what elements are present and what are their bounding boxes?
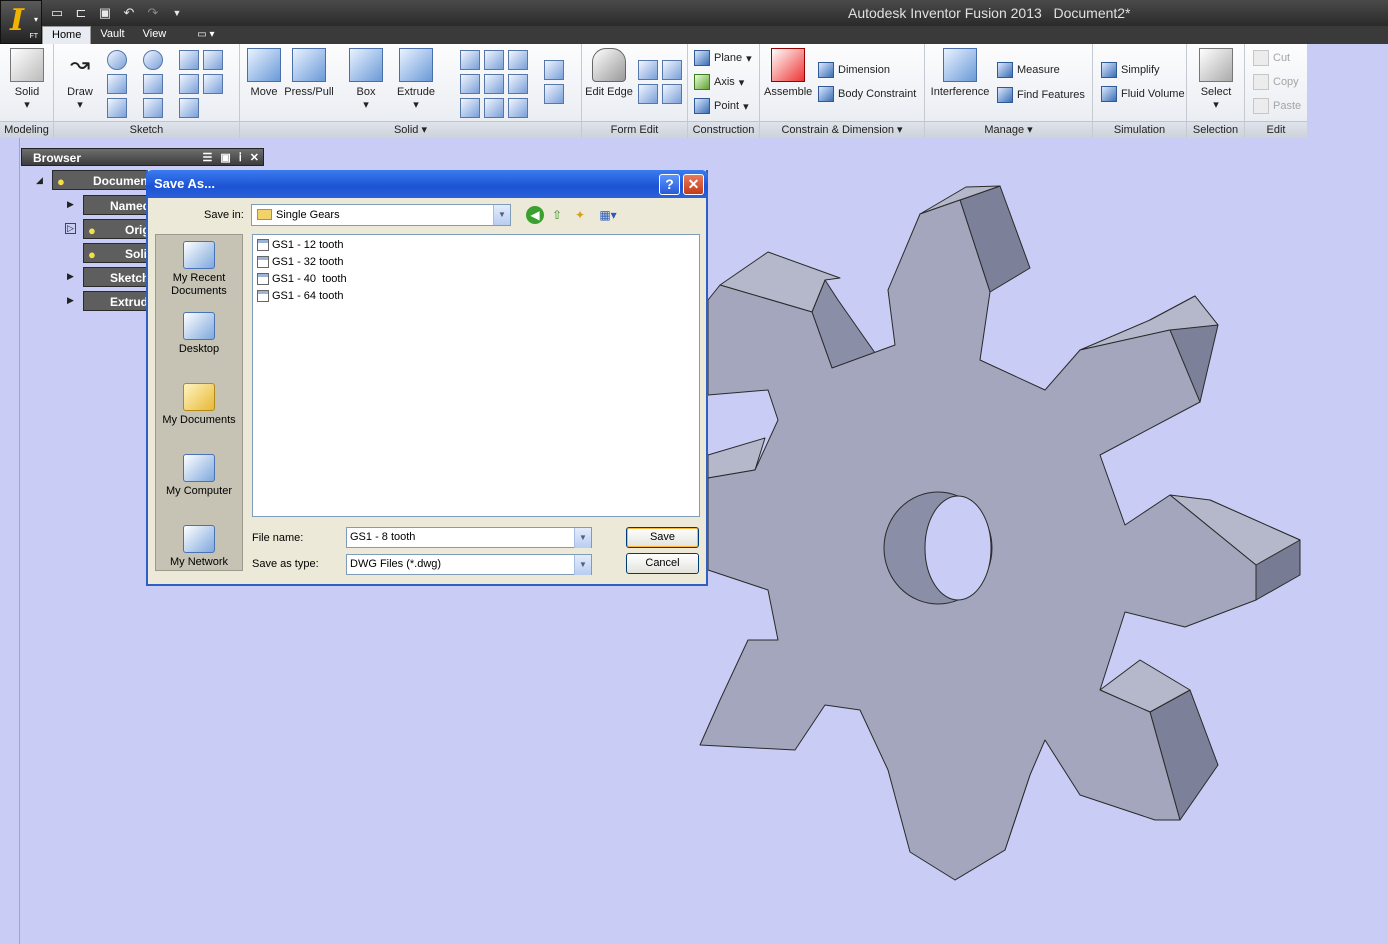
recent-documents-icon <box>183 241 215 269</box>
place-desktop[interactable]: Desktop <box>156 312 242 356</box>
view-menu-icon[interactable]: ▦▾ <box>595 206 621 224</box>
file-name: GS1 - 12 tooth <box>272 239 344 251</box>
back-icon[interactable]: ◀ <box>526 206 544 224</box>
place-my-computer[interactable]: My Computer <box>156 454 242 498</box>
up-folder-icon[interactable]: ⇧ <box>548 206 566 224</box>
file-name-input[interactable]: GS1 - 8 tooth ▼ <box>346 527 592 548</box>
save-as-type-label: Save as type: <box>252 558 319 570</box>
file-name-value: GS1 - 8 tooth <box>350 531 416 543</box>
my-documents-icon <box>183 383 215 411</box>
dialog-title-bar[interactable]: Save As... ? ✕ <box>146 170 708 198</box>
browser-close-icon[interactable]: ✕ <box>250 149 259 167</box>
save-in-label: Save in: <box>204 209 244 221</box>
dwg-file-icon <box>257 239 269 251</box>
cancel-button[interactable]: Cancel <box>626 553 699 574</box>
expand-box-icon[interactable]: ▷ <box>65 223 76 234</box>
file-list[interactable]: GS1 - 12 tooth GS1 - 32 tooth GS1 - 40 t… <box>252 234 700 517</box>
expand-triangle-icon[interactable]: ▶ <box>67 271 74 282</box>
file-item[interactable]: GS1 - 12 tooth <box>257 237 344 253</box>
file-item[interactable]: GS1 - 64 tooth <box>257 288 344 304</box>
place-my-network[interactable]: My Network <box>156 525 242 569</box>
save-in-value: Single Gears <box>276 209 340 221</box>
place-label: My Recent Documents <box>171 272 227 297</box>
chevron-down-icon[interactable]: ▼ <box>493 205 510 225</box>
visibility-bulb-icon[interactable]: ● <box>88 247 96 262</box>
expand-triangle-icon[interactable]: ▶ <box>67 295 74 306</box>
browser-node-document[interactable]: Document <box>52 170 152 190</box>
save-in-dropdown[interactable]: Single Gears ▼ <box>251 204 511 226</box>
desktop-icon <box>183 312 215 340</box>
my-computer-icon <box>183 454 215 482</box>
my-network-icon <box>183 525 215 553</box>
file-item[interactable]: GS1 - 32 tooth <box>257 254 344 270</box>
help-icon[interactable]: ? <box>659 174 680 195</box>
folder-icon <box>257 209 272 220</box>
browser-node-label: Named <box>110 199 151 213</box>
browser-node-named[interactable]: Named <box>83 195 153 215</box>
dwg-file-icon <box>257 290 269 302</box>
browser-filter-icon[interactable]: ▣ <box>220 149 230 167</box>
browser-node-sketches[interactable]: Sketche <box>83 267 156 287</box>
place-my-documents[interactable]: My Documents <box>156 383 242 427</box>
save-as-dialog: Save As... ? ✕ Save in: Single Gears ▼ ◀… <box>146 170 708 586</box>
dwg-file-icon <box>257 256 269 268</box>
chevron-down-icon[interactable]: ▼ <box>574 555 591 575</box>
browser-node-extrude[interactable]: Extrude <box>83 291 155 311</box>
file-name-label: File name: <box>252 532 304 544</box>
dwg-file-icon <box>257 273 269 285</box>
save-button[interactable]: Save <box>626 527 699 548</box>
browser-info-icon[interactable]: ⅰ <box>239 149 242 167</box>
browser-title: Browser <box>33 151 82 165</box>
chevron-down-icon[interactable]: ▼ <box>574 528 591 548</box>
file-name: GS1 - 64 tooth <box>272 290 344 302</box>
collapse-triangle-icon[interactable]: ◢ <box>36 175 43 186</box>
model-browser-header: Browser ☰ ▣ ⅰ ✕ <box>21 148 264 166</box>
place-label: Desktop <box>178 343 220 355</box>
dialog-title: Save As... <box>154 176 215 191</box>
browser-node-label: Document <box>93 174 152 188</box>
expand-triangle-icon[interactable]: ▶ <box>67 199 74 210</box>
gear-bore-inner <box>924 495 992 601</box>
file-name: GS1 - 40 tooth <box>272 273 347 285</box>
save-as-type-select[interactable]: DWG Files (*.dwg) ▼ <box>346 554 592 575</box>
visibility-bulb-icon[interactable]: ● <box>88 223 96 238</box>
place-label: My Network <box>169 556 229 568</box>
close-icon[interactable]: ✕ <box>683 174 704 195</box>
places-bar: My Recent Documents Desktop My Documents… <box>155 234 243 571</box>
file-item[interactable]: GS1 - 40 tooth <box>257 271 347 287</box>
visibility-bulb-icon[interactable]: ● <box>57 174 65 189</box>
browser-header-icons: ☰ ▣ ⅰ ✕ <box>202 149 259 167</box>
browser-list-icon[interactable]: ☰ <box>202 149 212 167</box>
file-name: GS1 - 32 tooth <box>272 256 344 268</box>
place-label: My Documents <box>162 414 236 426</box>
place-label: My Computer <box>165 485 233 497</box>
new-folder-icon[interactable]: ✦ <box>571 206 589 224</box>
save-as-type-value: DWG Files (*.dwg) <box>350 558 442 570</box>
place-my-recent-documents[interactable]: My Recent Documents <box>156 241 242 298</box>
